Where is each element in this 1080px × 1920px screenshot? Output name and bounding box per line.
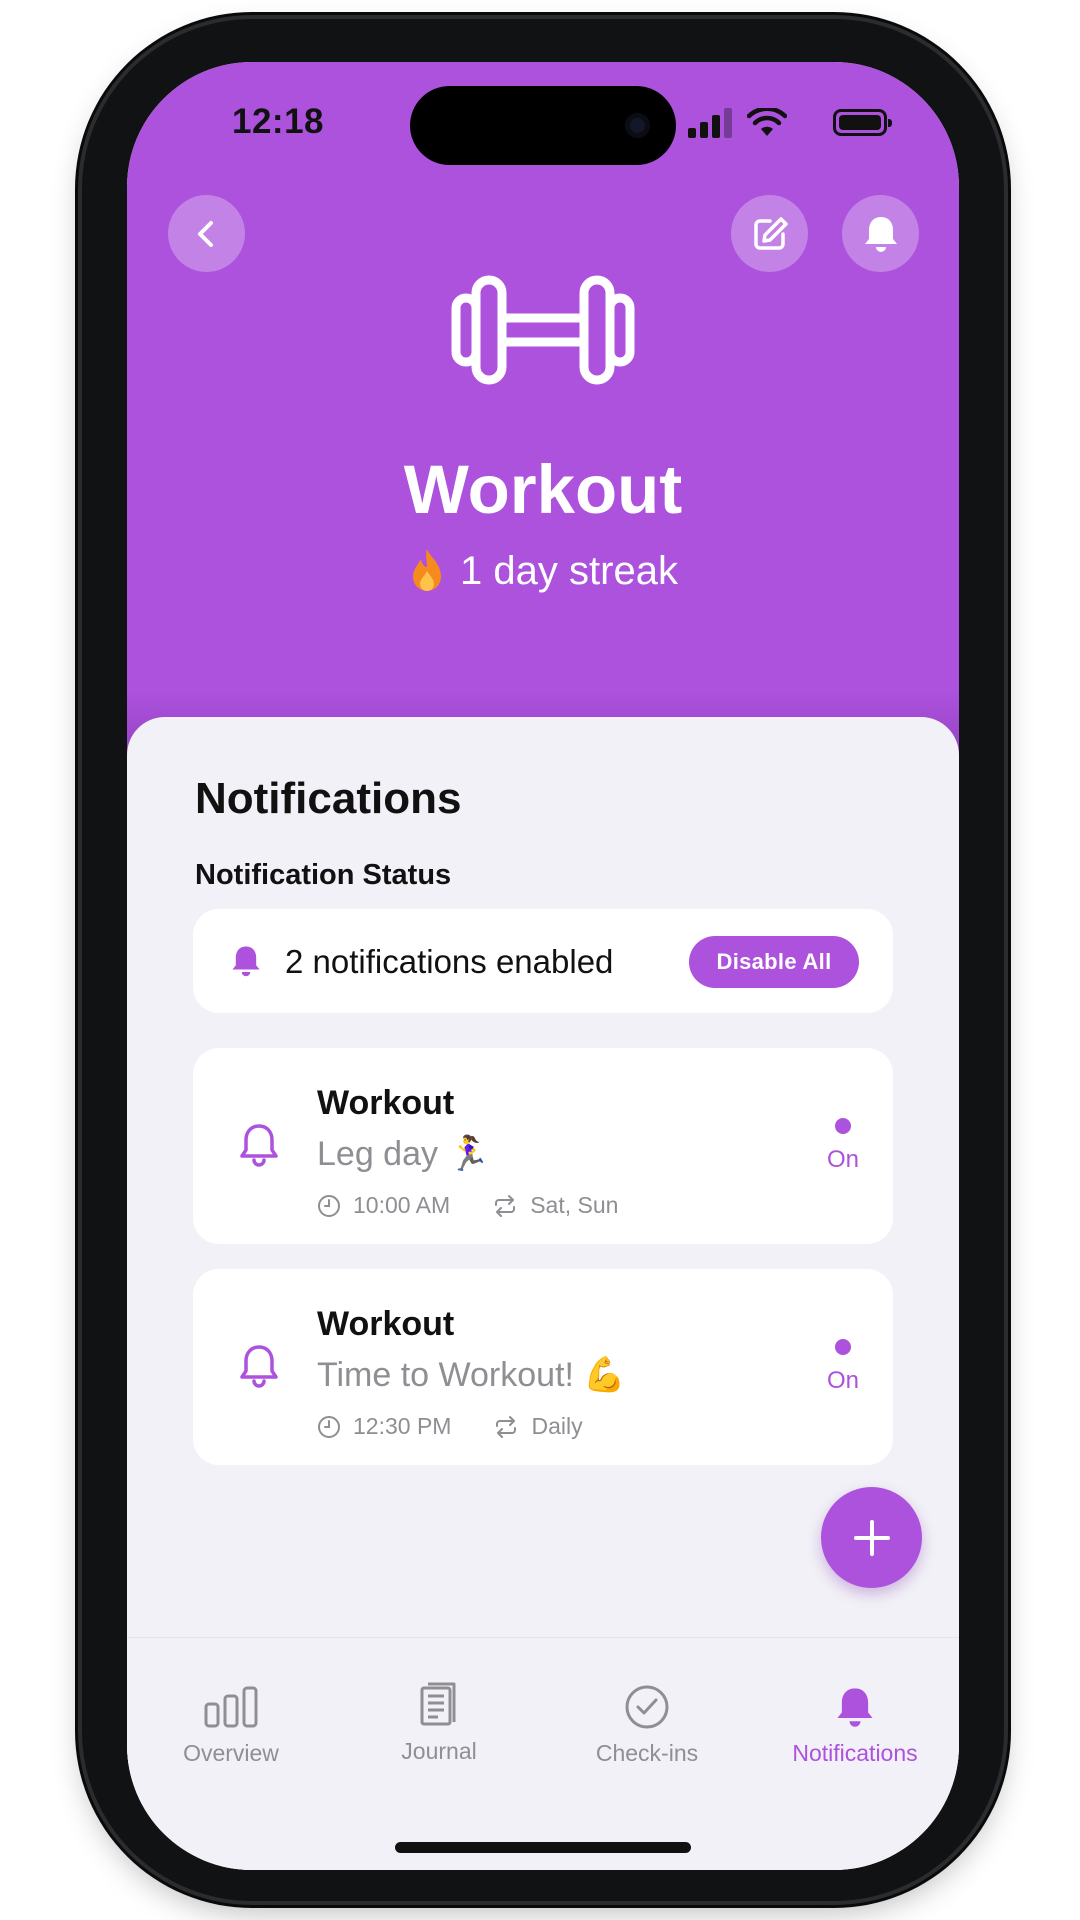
tab-label: Notifications: [792, 1740, 918, 1766]
bell-outline-icon: [240, 1124, 278, 1167]
journal-icon: [420, 1682, 456, 1726]
clock-icon: [318, 1415, 340, 1438]
notification-schedule: 12:30 PM Daily: [317, 1413, 583, 1440]
bar-chart-icon: [204, 1686, 258, 1728]
tab-label: Check-ins: [595, 1740, 699, 1766]
tab-label: Journal: [401, 1738, 477, 1764]
bell-icon: [837, 1688, 873, 1727]
notification-time: 12:30 PM: [353, 1413, 452, 1439]
flame-icon: [413, 549, 442, 591]
wifi-icon: [747, 108, 787, 136]
notification-time: 10:00 AM: [353, 1192, 451, 1218]
phone-screen: 12:18 Workout 1 day streak Notifications…: [127, 62, 959, 1870]
notification-name: Workout: [317, 1305, 455, 1343]
streak-indicator: 1 day streak: [127, 547, 959, 595]
notification-card[interactable]: Workout Leg day 🏃‍♀️ 10:00 AM Sat, Sun O…: [193, 1048, 893, 1244]
disable-all-button[interactable]: Disable All: [689, 936, 859, 988]
chevron-left-icon: [197, 220, 213, 247]
battery-icon: [833, 109, 892, 136]
notification-card[interactable]: Workout Time to Workout! 💪 12:30 PM Dail…: [193, 1269, 893, 1465]
notification-repeat: Sat, Sun: [530, 1192, 619, 1218]
streak-text: 1 day streak: [460, 548, 678, 593]
notification-repeat: Daily: [531, 1413, 583, 1439]
home-indicator: [395, 1842, 691, 1853]
notification-state[interactable]: On: [827, 1146, 859, 1174]
dumbbell-icon: [451, 275, 635, 385]
bell-outline-icon: [240, 1345, 278, 1388]
sheet-title: Notifications: [195, 774, 462, 823]
tab-bar: Overview Journal Check-ins Notifications: [127, 1637, 959, 1870]
repeat-icon: [496, 1415, 517, 1438]
signal-icon: [688, 108, 732, 138]
edit-habit-button[interactable]: [731, 195, 808, 272]
dynamic-island: [410, 86, 676, 165]
habit-header: 12:18 Workout 1 day streak: [127, 62, 959, 762]
notification-name: Workout: [317, 1084, 455, 1122]
tab-notifications[interactable]: Notifications: [751, 1638, 959, 1778]
status-time: 12:18: [232, 102, 325, 141]
notifications-button[interactable]: [842, 195, 919, 272]
tab-journal[interactable]: Journal: [335, 1638, 543, 1778]
notification-message: Leg day 🏃‍♀️: [317, 1135, 490, 1173]
clock-icon: [318, 1194, 340, 1217]
notification-status-card: 2 notifications enabled Disable All: [193, 909, 893, 1013]
habit-title: Workout: [403, 451, 683, 528]
notification-message: Time to Workout! 💪: [317, 1356, 626, 1394]
tab-label: Overview: [183, 1740, 279, 1766]
back-button[interactable]: [168, 195, 245, 272]
notification-schedule: 10:00 AM Sat, Sun: [317, 1192, 618, 1219]
tab-overview[interactable]: Overview: [127, 1638, 335, 1778]
edit-icon: [753, 216, 788, 250]
enabled-dot: [835, 1118, 851, 1134]
repeat-icon: [495, 1194, 516, 1217]
tab-check-ins[interactable]: Check-ins: [543, 1638, 751, 1778]
notification-state[interactable]: On: [827, 1367, 859, 1395]
bell-icon: [232, 946, 260, 977]
enabled-dot: [835, 1339, 851, 1355]
enabled-count-text: 2 notifications enabled: [285, 943, 614, 980]
add-notification-button[interactable]: [821, 1487, 922, 1588]
check-circle-icon: [625, 1685, 669, 1729]
plus-icon: [853, 1519, 890, 1556]
bell-icon: [864, 216, 897, 252]
notification-status-label: Notification Status: [195, 859, 452, 891]
